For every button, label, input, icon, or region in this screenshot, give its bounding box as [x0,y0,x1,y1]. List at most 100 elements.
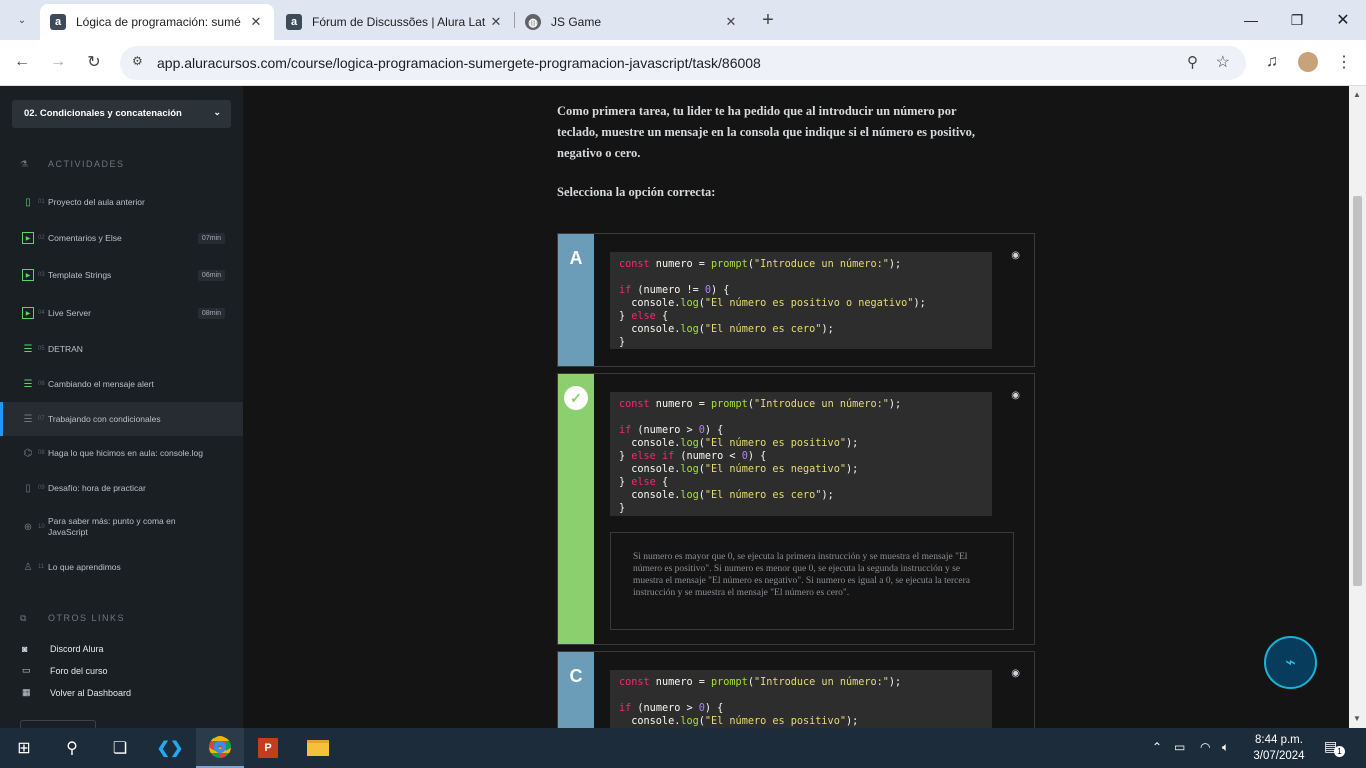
robot-icon: ⌁ [1285,652,1296,672]
practice-icon: ⌬ [23,447,33,459]
volume-icon[interactable]: 🔈︎ [1222,740,1229,755]
forum-icon: ▭ [22,665,31,675]
sidebar-item[interactable]: ⌬ 08 Haga lo que hicimos en aula: consol… [0,436,243,470]
sidebar-item-label: Cambiando el mensaje alert [48,378,154,389]
list-icon: ☰ [23,343,33,355]
zoom-icon[interactable]: ⚲ [1187,53,1198,71]
globe-icon: ◍ [525,14,541,30]
activities-header: ⚗ ACTIVIDADES [20,159,125,169]
sidebar-item-label: Trabajando con condicionales [48,413,161,424]
check-icon: ✓ [564,386,588,410]
video-icon: ▶ [22,307,34,319]
task-view-icon[interactable]: ❏ [96,728,144,768]
sidebar-item[interactable]: ▯ 09 Desafío: hora de practicar [0,471,243,505]
chevron-up-icon[interactable]: ⌃ [1152,740,1162,754]
sidebar-item[interactable]: ▶ 04 Live Server 08min [0,296,243,330]
chevron-down-icon: ⌄ [213,107,221,117]
sidebar-item[interactable]: ☰ 06 Cambiando el mensaje alert [0,367,243,401]
minimize-button[interactable]: — [1228,0,1274,40]
sidebar-item-current[interactable]: ☰ 07 Trabajando con condicionales [0,402,243,436]
alura-logo-icon: a [50,14,66,30]
sidebar-item[interactable]: ▶ 02 Comentarios y Else 07min [0,221,243,255]
sidebar-item[interactable]: ♙ 11 Lo que aprendimos [0,550,243,584]
reload-button[interactable]: ↻ [80,48,108,76]
code-block: const numero = prompt("Introduce un núme… [610,252,992,349]
sidebar-item-label: Lo que aprendimos [48,561,121,572]
option-letter: A [569,248,583,268]
notifications-icon[interactable]: ▤ 1 [1324,738,1345,757]
answer-option-b[interactable]: ✓ const numero = prompt("Introduce un nú… [557,373,1035,645]
restore-button[interactable]: ❐ [1274,0,1320,40]
close-icon[interactable]: ✕ [246,14,266,30]
sidebar-item-label: Haga lo que hicimos en aula: console.log [48,447,203,458]
duration-badge: 07min [197,232,225,244]
wifi-icon[interactable]: ◠ [1200,740,1210,754]
site-info-icon[interactable]: ⚙ [132,54,143,68]
forward-button[interactable]: → [44,48,72,76]
page-scrollbar[interactable]: ▲ ▼ [1349,86,1366,728]
tab-jsgame[interactable]: ◍ JS Game ✕ [515,4,749,40]
sidebar-item-label: Live Server [48,307,91,318]
eye-icon[interactable]: ◉ [1011,668,1020,679]
sidebar-item-label: Template Strings [48,269,112,280]
sidebar-item[interactable]: ⊕ 10 Para saber más: punto y coma en Jav… [0,510,243,544]
tab-title: Lógica de programación: sumé [76,15,241,29]
close-window-button[interactable]: ✕ [1320,0,1366,40]
tab-title: Fórum de Discussões | Alura Lat [312,15,486,29]
code-block: const numero = prompt("Introduce un núme… [610,392,992,516]
menu-kebab-icon[interactable]: ⋮ [1330,48,1358,76]
eye-icon[interactable]: ◉ [1011,250,1020,261]
close-icon[interactable]: ✕ [721,14,741,30]
book-icon: ▯ [25,482,31,494]
system-clock[interactable]: 8:44 p.m. 3/07/2024 [1244,732,1314,764]
scroll-down-arrow[interactable]: ▼ [1353,714,1361,723]
chatbot-button[interactable]: ⌁ [1264,636,1317,689]
search-icon[interactable]: ⚲ [48,728,96,768]
tab-forum[interactable]: a Fórum de Discussões | Alura Lat ✕ [276,4,514,40]
answer-option-a[interactable]: A const numero = prompt("Introduce un nú… [557,233,1035,367]
profile-avatar[interactable] [1294,48,1322,76]
option-letter: C [569,666,583,686]
sidebar-item-label: Desafío: hora de practicar [48,482,146,493]
dashboard-link[interactable]: ▦ Volver al Dashboard [22,687,131,698]
main-content: Como primera tarea, tu lider te ha pedid… [243,86,1349,742]
option-explanation: Si numero es mayor que 0, se ejecuta la … [610,532,1014,630]
media-control-icon[interactable]: ♫ [1258,48,1286,76]
battery-icon[interactable]: ▭ [1174,740,1185,754]
video-icon: ▶ [22,269,34,281]
sidebar-item[interactable]: ▶ 03 Template Strings 06min [0,258,243,292]
new-tab-button[interactable]: + [754,6,782,34]
list-icon: ☰ [23,378,33,390]
module-label: 02. Condicionales y concatenación [24,108,182,119]
windows-icon: ⊞ [17,740,31,757]
tab-logica[interactable]: a Lógica de programación: sumé ✕ [40,4,274,40]
module-select[interactable]: 02. Condicionales y concatenación ⌄ [12,100,231,128]
address-bar[interactable]: ⚙ app.aluracursos.com/course/logica-prog… [120,46,1246,80]
windows-taskbar: ⊞ ⚲ ❏ ❮❯ P ⌃ ▭ ◠ 🔈︎ 8:44 p.m. 3/07/2024 … [0,728,1366,768]
eye-icon[interactable]: ◉ [1011,390,1020,401]
sidebar-item[interactable]: ☰ 05 DETRAN [0,332,243,366]
browser-toolbar: ← → ↻ ⚙ app.aluracursos.com/course/logic… [0,40,1366,86]
flask-icon: ⚗ [20,159,30,169]
forum-link[interactable]: ▭ Foro del curso [22,665,108,676]
bookmark-star-icon[interactable]: ☆ [1216,52,1230,72]
back-button[interactable]: ← [8,48,36,76]
sidebar-item-label: Comentarios y Else [48,232,122,243]
scroll-up-arrow[interactable]: ▲ [1353,90,1361,99]
browser-tab-bar: ⌄ a Lógica de programación: sumé ✕ a Fór… [0,0,1366,40]
discord-link[interactable]: ◙ Discord Alura [22,644,104,654]
sidebar-item[interactable]: ▯ 01 Proyecto del aula anterior [0,185,243,219]
start-button[interactable]: ⊞ [0,728,48,768]
alura-logo-icon: a [286,14,302,30]
file-explorer-icon[interactable] [294,728,342,768]
vscode-icon[interactable]: ❮❯ [146,728,194,768]
sidebar-item-label: Proyecto del aula anterior [48,196,145,207]
clock-date: 3/07/2024 [1253,750,1305,762]
powerpoint-icon[interactable]: P [244,728,292,768]
scrollbar-thumb[interactable] [1353,196,1362,586]
close-icon[interactable]: ✕ [486,14,506,30]
chrome-icon[interactable] [196,728,244,768]
course-sidebar: 02. Condicionales y concatenación ⌄ ⚗ ACT… [0,86,243,730]
links-header: ⧉ OTROS LINKS [20,613,126,623]
tab-search-icon[interactable]: ⌄ [8,6,36,34]
